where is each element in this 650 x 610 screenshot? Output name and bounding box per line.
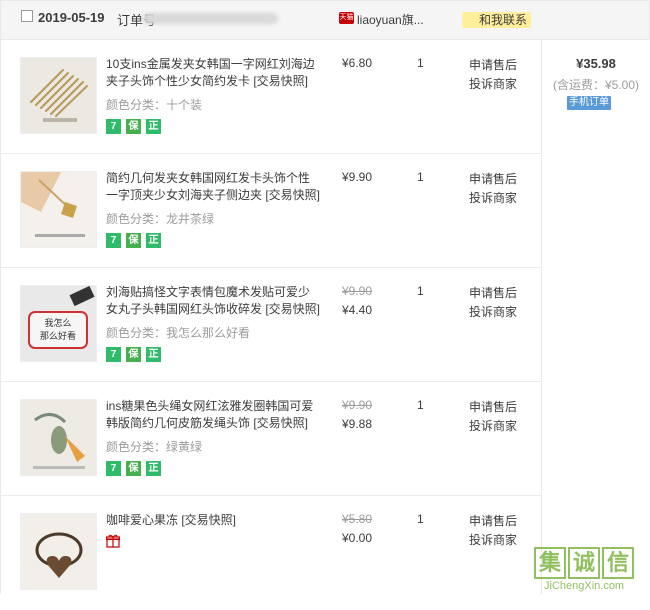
complain-link[interactable]: 投诉商家 (469, 189, 517, 206)
consumer-protection-icon[interactable]: 保 (126, 347, 141, 362)
product-sku: 颜色分类：十个装 (106, 98, 203, 112)
product-sku: 颜色分类：我怎么那么好看 (106, 326, 251, 340)
watermark-logo: 集诚信 (534, 547, 636, 579)
order-total: ¥35.98 (576, 56, 616, 71)
product-title-link[interactable]: ins糖果色头绳女网红泫雅发圈韩国可爱韩版简约几何皮筋发绳头饰 [交易快照] (106, 398, 321, 432)
item-price: ¥6.80 (342, 56, 373, 70)
shipping-fee: (含运费：¥5.00) (552, 78, 640, 92)
product-title-link[interactable]: 刘海贴搞怪文字表情包魔术发贴可爱少女丸子头韩国网红头饰收碎发 [交易快照] (106, 284, 321, 318)
genuine-guarantee-icon[interactable]: 正 (146, 233, 161, 248)
after-sale-link[interactable]: 申请售后 (469, 512, 517, 529)
complain-link[interactable]: 投诉商家 (469, 75, 517, 92)
product-title-link[interactable]: 咖啡爱心果冻 [交易快照] (106, 512, 321, 529)
product-thumbnail[interactable] (20, 513, 97, 590)
after-sale-link[interactable]: 申请售后 (469, 170, 517, 187)
item-original-price: ¥9.90 (342, 284, 373, 298)
contact-seller-button[interactable]: 和我联系 (462, 12, 532, 28)
consumer-protection-icon[interactable]: 保 (126, 119, 141, 134)
order-header: 2019-05-19 订单号 天猫 liaoyuan旗... 和我联系 (0, 0, 650, 40)
item-quantity: 1 (417, 284, 424, 298)
product-title-link[interactable]: 简约几何发夹女韩国网红发卡头饰个性一字顶夹少女刘海夹子侧边夹 [交易快照] (106, 170, 321, 204)
complain-link[interactable]: 投诉商家 (469, 303, 517, 320)
mobile-order-badge: 手机订单 (567, 96, 611, 110)
genuine-guarantee-icon[interactable]: 正 (146, 119, 161, 134)
consumer-protection-icon[interactable]: 保 (126, 461, 141, 476)
genuine-guarantee-icon[interactable]: 正 (146, 461, 161, 476)
shop-link[interactable]: liaoyuan旗... (357, 11, 424, 28)
order-item-row: 简约几何发夹女韩国网红发卡头饰个性一字顶夹少女刘海夹子侧边夹 [交易快照] 颜色… (0, 154, 541, 268)
product-thumbnail[interactable] (20, 57, 97, 134)
service-badges: 7保正 (106, 232, 166, 248)
order-item-row: 10支ins金属发夹女韩国一字网红刘海边夹子头饰个性少女简约发卡 [交易快照] … (0, 40, 541, 154)
watermark-char: 信 (602, 547, 634, 579)
order-item-row: 我怎么 那么好看 刘海贴搞怪文字表情包魔术发贴可爱少女丸子头韩国网红头饰收碎发 … (0, 268, 541, 382)
service-badges: 7保正 (106, 346, 166, 362)
item-original-price: ¥9.90 (342, 398, 373, 412)
seven-day-return-icon[interactable]: 7 (106, 119, 121, 134)
svg-text:我怎么: 我怎么 (44, 317, 71, 329)
complain-link[interactable]: 投诉商家 (469, 531, 517, 548)
order-item-row: 咖啡爱心果冻 [交易快照] ¥5.80 ¥0.00 1 申请售后 投诉商家 (0, 496, 541, 610)
after-sale-link[interactable]: 申请售后 (469, 398, 517, 415)
svg-text:那么好看: 那么好看 (40, 330, 76, 342)
service-badges: 7保正 (106, 118, 166, 134)
consumer-protection-icon[interactable]: 保 (126, 233, 141, 248)
after-sale-link[interactable]: 申请售后 (469, 56, 517, 73)
product-thumbnail[interactable] (20, 399, 97, 476)
tmall-icon: 天猫 (339, 12, 354, 24)
product-title-link[interactable]: 10支ins金属发夹女韩国一字网红刘海边夹子头饰个性少女简约发卡 [交易快照] (106, 56, 321, 90)
product-thumbnail[interactable]: 我怎么 那么好看 (20, 285, 97, 362)
divider (541, 40, 542, 594)
seven-day-return-icon[interactable]: 7 (106, 233, 121, 248)
item-price: ¥9.90 (342, 170, 373, 184)
seven-day-return-icon[interactable]: 7 (106, 347, 121, 362)
order-item-row: ins糖果色头绳女网红泫雅发圈韩国可爱韩版简约几何皮筋发绳头饰 [交易快照] 颜… (0, 382, 541, 496)
item-original-price: ¥5.80 (342, 512, 373, 526)
item-price: ¥0.00 (342, 531, 373, 545)
service-badges: 7保正 (106, 460, 166, 476)
gift-icon (106, 534, 120, 548)
seven-day-return-icon[interactable]: 7 (106, 461, 121, 476)
genuine-guarantee-icon[interactable]: 正 (146, 347, 161, 362)
watermark-url: JiChengXin.com (544, 580, 625, 592)
item-price: ¥9.88 (342, 417, 373, 431)
product-thumbnail[interactable] (20, 171, 97, 248)
order-date: 2019-05-19 (38, 10, 105, 25)
item-quantity: 1 (417, 56, 424, 70)
product-sku: 颜色分类：龙井茶绿 (106, 212, 215, 226)
item-quantity: 1 (417, 512, 424, 526)
order-number-redacted (143, 13, 278, 24)
order-checkbox[interactable] (21, 10, 33, 22)
watermark-char: 集 (534, 547, 566, 579)
item-quantity: 1 (417, 398, 424, 412)
item-price: ¥4.40 (342, 303, 373, 317)
product-sku: 颜色分类：绿黄绿 (106, 440, 203, 454)
complain-link[interactable]: 投诉商家 (469, 417, 517, 434)
after-sale-link[interactable]: 申请售后 (469, 284, 517, 301)
item-quantity: 1 (417, 170, 424, 184)
watermark-char: 诚 (568, 547, 600, 579)
